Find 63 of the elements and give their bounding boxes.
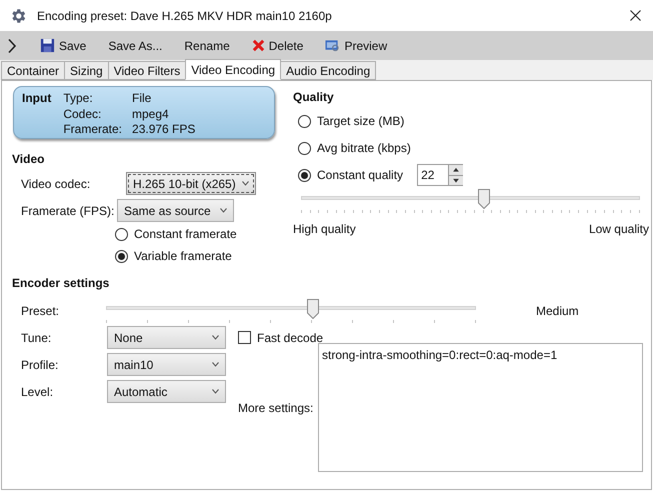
info-label: Type:: [63, 91, 94, 107]
field-label: More settings:: [238, 400, 314, 416]
section-heading: Video: [12, 151, 46, 168]
radio-button[interactable]: [298, 114, 311, 128]
tab[interactable]: Video Encoding: [185, 59, 282, 80]
tab[interactable]: Sizing: [64, 61, 109, 80]
info-value: 23.976 FPS: [132, 122, 196, 138]
dropdown[interactable]: None: [107, 326, 226, 349]
dropdown[interactable]: Automatic: [107, 380, 226, 403]
tab[interactable]: Audio Encoding: [280, 61, 376, 80]
field-label: Video codec:: [21, 176, 92, 192]
radio-label[interactable]: Constant quality: [317, 166, 404, 184]
cross-icon: [252, 39, 265, 52]
spin-up-icon[interactable]: [449, 165, 464, 174]
number-spinner[interactable]: 22: [417, 164, 464, 186]
toolbar-button[interactable]: Delete: [248, 34, 308, 58]
tab[interactable]: Container: [1, 61, 66, 80]
radio-label[interactable]: Avg bitrate (kbps): [317, 139, 411, 157]
text-area[interactable]: strong-intra-smoothing=0:rect=0:aq-mode=1: [318, 343, 643, 472]
toolbar-button[interactable]: Preview: [321, 34, 392, 58]
info-label: Framerate:: [63, 122, 122, 138]
radio-label[interactable]: Variable framerate: [134, 247, 232, 265]
dropdown[interactable]: H.265 10-bit (x265): [126, 172, 256, 195]
dropdown[interactable]: Same as source: [117, 199, 234, 222]
field-label: Preset:: [21, 303, 60, 320]
info-value: File: [132, 91, 152, 107]
toolbar-button[interactable]: Save: [36, 34, 90, 58]
slider-thumb[interactable]: [478, 189, 490, 209]
spin-down-icon[interactable]: [449, 174, 464, 185]
slider[interactable]: [301, 188, 640, 214]
radio-label[interactable]: Constant framerate: [134, 225, 237, 243]
preset-value: Medium: [536, 303, 579, 320]
slider-max-label: Low quality: [588, 221, 649, 238]
field-label: Level:: [21, 384, 54, 400]
field-label: Tune:: [21, 330, 52, 346]
radio-button[interactable]: [298, 142, 311, 154]
slider-min-label: High quality: [293, 221, 356, 238]
info-value: mpeg4: [132, 106, 170, 122]
tab[interactable]: Video Filters: [108, 61, 186, 80]
info-label: Codec:: [63, 106, 102, 122]
radio-button[interactable]: [115, 228, 128, 240]
chevron-down-icon: [212, 362, 219, 367]
toolbar-button[interactable]: Save As...: [104, 34, 166, 58]
section-heading: Encoder settings: [12, 275, 110, 292]
section-heading: Quality: [293, 89, 335, 106]
window-title: Encoding preset: Dave H.265 MKV HDR main10 2160p: [37, 8, 333, 24]
slider[interactable]: [106, 298, 476, 324]
field-label: Framerate (FPS):: [21, 202, 111, 220]
radio-button[interactable]: [298, 168, 311, 182]
input-heading: Input: [22, 91, 52, 107]
toolbar-button[interactable]: Rename: [180, 34, 234, 58]
dropdown[interactable]: main10: [107, 353, 226, 376]
chevron-down-icon: [220, 208, 227, 213]
chevron-down-icon: [242, 181, 249, 186]
chevron-down-icon: [212, 335, 219, 340]
preview-icon: [325, 38, 340, 52]
radio-label[interactable]: Target size (MB): [317, 112, 404, 130]
field-label: Profile:: [21, 356, 60, 374]
slider-thumb[interactable]: [307, 299, 320, 319]
chevron-right-icon[interactable]: [6, 38, 18, 54]
close-icon[interactable]: [630, 10, 641, 21]
radio-button[interactable]: [115, 250, 128, 262]
chevron-down-icon: [212, 389, 219, 394]
